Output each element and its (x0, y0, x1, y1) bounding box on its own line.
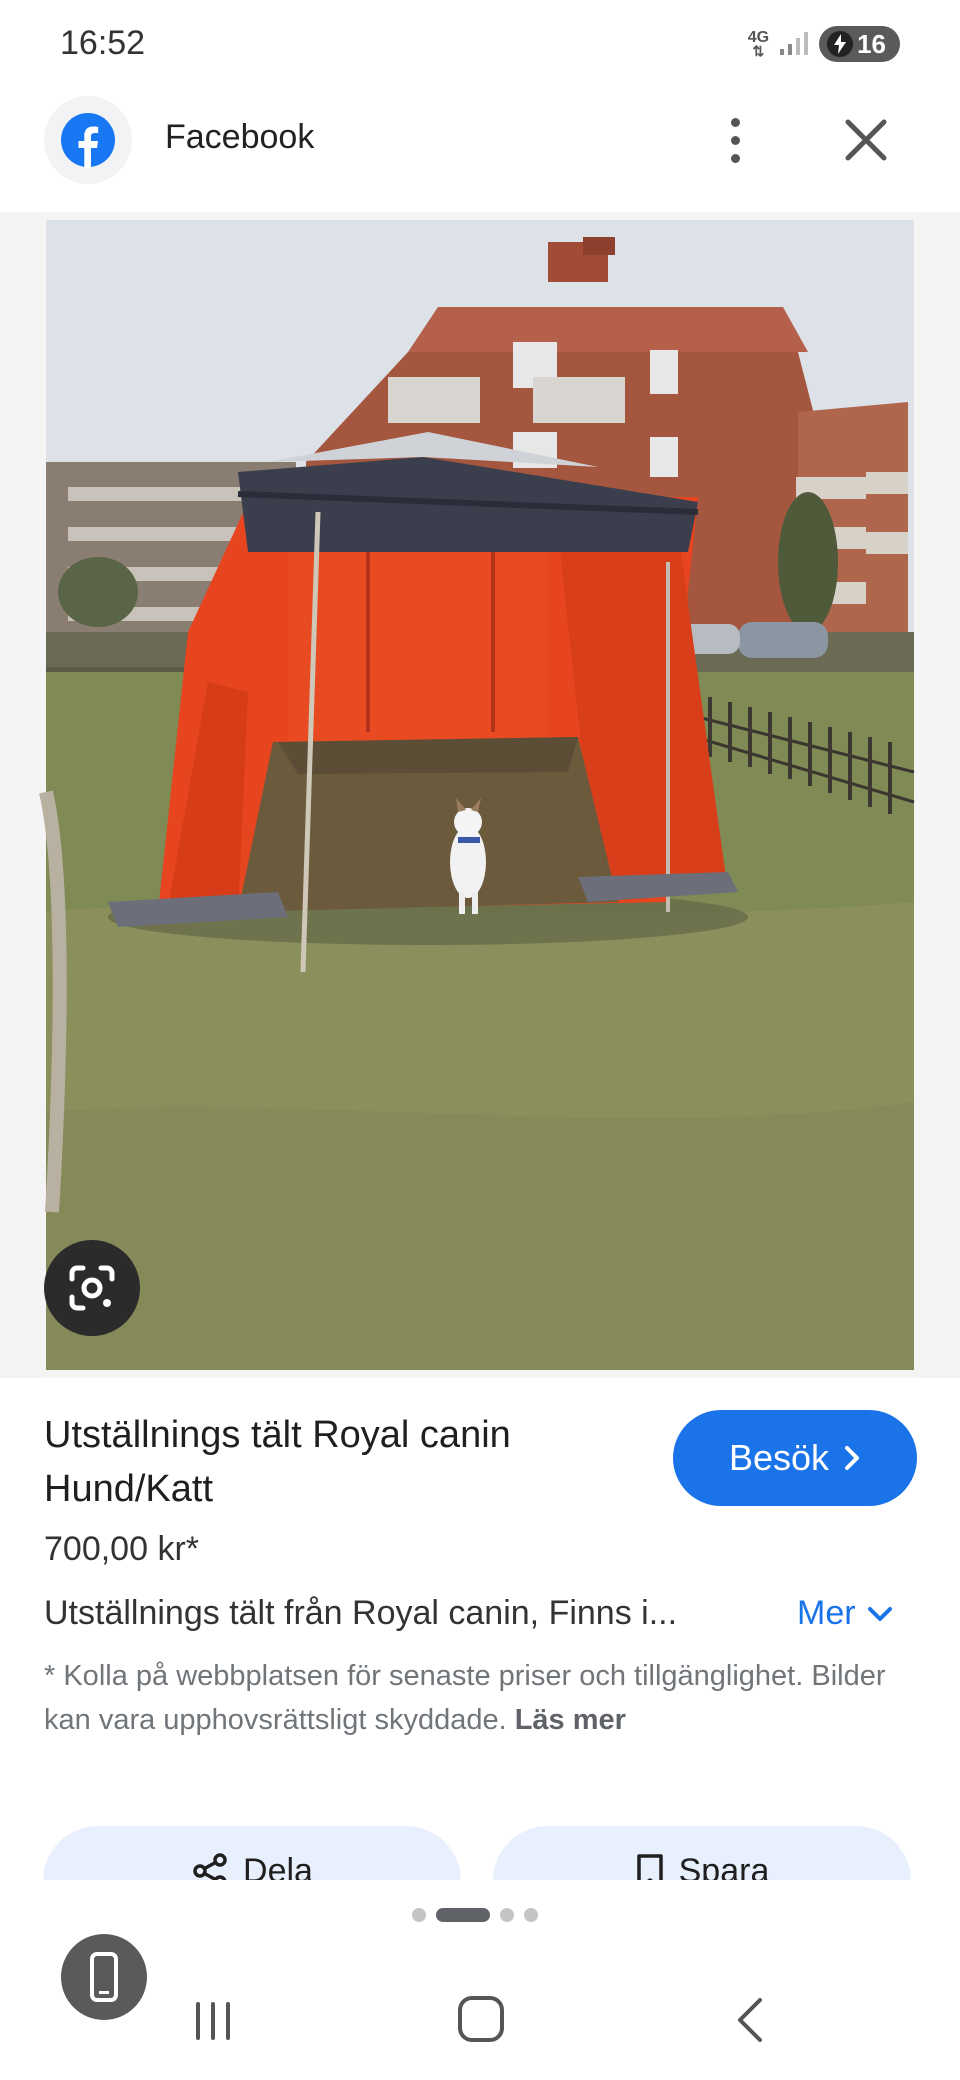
battery-level: 16 (857, 28, 886, 59)
page-dot (412, 1908, 426, 1922)
status-time: 16:52 (60, 24, 146, 62)
tent-photo (38, 212, 922, 1378)
product-price: 700,00 kr* (44, 1530, 199, 1568)
visit-button-label: Besök (728, 1437, 830, 1478)
disclaimer-body: * Kolla på webbplatsen för senaste prise… (44, 1660, 886, 1736)
dot (730, 153, 740, 163)
charging-icon (827, 31, 854, 57)
lens-icon (69, 1265, 115, 1311)
chevron-down-icon (867, 1606, 892, 1621)
home-button[interactable] (458, 1996, 504, 2042)
dot (730, 117, 740, 127)
chevron-right-icon (845, 1446, 860, 1470)
share-label: Dela (243, 1852, 313, 1880)
battery-indicator: 16 (819, 26, 900, 62)
more-button[interactable]: Mer (797, 1594, 894, 1633)
app-bar: Facebook (0, 92, 960, 212)
product-image[interactable] (38, 212, 922, 1378)
status-icons: 4G ⇅ 16 (748, 26, 900, 62)
page-dot (500, 1908, 514, 1922)
share-icon (193, 1853, 227, 1880)
visit-button[interactable]: Besök (673, 1410, 917, 1506)
action-row: Dela Spara (0, 1824, 960, 1880)
more-label: Mer (797, 1594, 856, 1632)
page-indicator (412, 1908, 538, 1922)
data-arrows-icon: ⇅ (752, 43, 765, 59)
image-viewer[interactable] (0, 212, 960, 1378)
bookmark-icon (636, 1854, 663, 1880)
status-bar: 16:52 4G ⇅ 16 (0, 0, 960, 90)
product-title: Utställnings tält Royal canin Hund/Katt (44, 1414, 511, 1510)
recent-apps-icon[interactable] (190, 1998, 236, 2044)
save-button[interactable]: Spara (493, 1826, 911, 1880)
page-dot (524, 1908, 538, 1922)
signal-icon (780, 32, 809, 55)
facebook-icon (61, 113, 115, 168)
share-button[interactable]: Dela (43, 1826, 461, 1880)
dot (730, 135, 740, 145)
more-options-button[interactable] (715, 110, 755, 170)
close-button[interactable] (836, 110, 896, 170)
back-icon[interactable] (730, 1994, 770, 2046)
network-indicator: 4G ⇅ (748, 30, 769, 59)
close-icon (845, 119, 887, 161)
page-dot-active (436, 1908, 490, 1922)
disclaimer-text: * Kolla på webbplatsen för senaste prise… (44, 1654, 914, 1742)
product-description: Utställnings tält från Royal canin, Finn… (44, 1594, 678, 1632)
save-label: Spara (678, 1852, 770, 1880)
read-more-link[interactable]: Läs mer (515, 1704, 626, 1736)
app-title: Facebook (165, 118, 315, 156)
google-lens-button[interactable] (44, 1240, 140, 1336)
system-nav-bar (0, 1980, 960, 2080)
facebook-logo[interactable] (44, 96, 132, 184)
